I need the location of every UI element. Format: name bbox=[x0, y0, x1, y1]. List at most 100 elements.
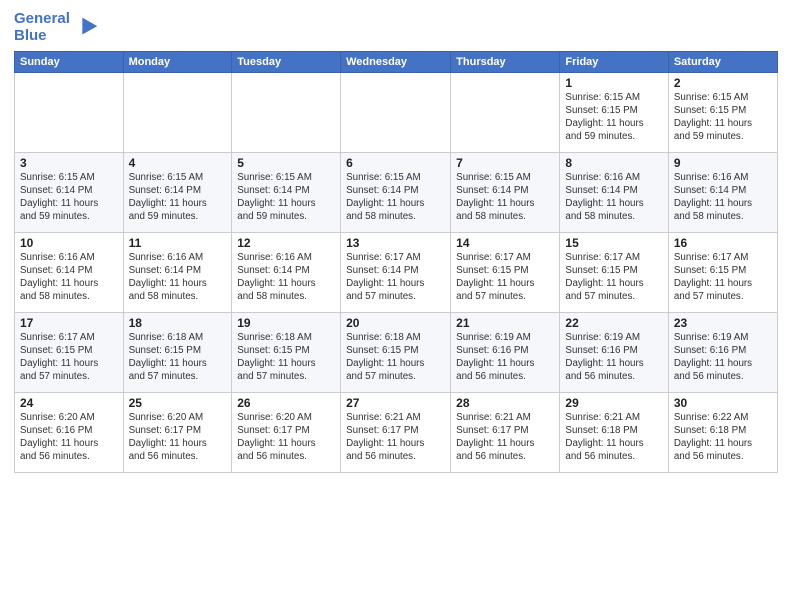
calendar-cell: 14Sunrise: 6:17 AM Sunset: 6:15 PM Dayli… bbox=[451, 232, 560, 312]
day-info: Sunrise: 6:20 AM Sunset: 6:17 PM Dayligh… bbox=[237, 411, 335, 464]
day-number: 24 bbox=[20, 396, 118, 410]
day-number: 29 bbox=[565, 396, 662, 410]
day-info: Sunrise: 6:17 AM Sunset: 6:15 PM Dayligh… bbox=[565, 251, 662, 304]
calendar-cell: 24Sunrise: 6:20 AM Sunset: 6:16 PM Dayli… bbox=[15, 392, 124, 472]
day-number: 1 bbox=[565, 76, 662, 90]
calendar-cell: 13Sunrise: 6:17 AM Sunset: 6:14 PM Dayli… bbox=[341, 232, 451, 312]
calendar-cell bbox=[232, 72, 341, 152]
day-number: 28 bbox=[456, 396, 554, 410]
day-info: Sunrise: 6:15 AM Sunset: 6:14 PM Dayligh… bbox=[129, 171, 227, 224]
day-info: Sunrise: 6:17 AM Sunset: 6:15 PM Dayligh… bbox=[674, 251, 772, 304]
calendar-body: 1Sunrise: 6:15 AM Sunset: 6:15 PM Daylig… bbox=[15, 72, 778, 472]
day-number: 9 bbox=[674, 156, 772, 170]
day-number: 7 bbox=[456, 156, 554, 170]
weekday-row: SundayMondayTuesdayWednesdayThursdayFrid… bbox=[15, 51, 778, 72]
calendar-cell: 25Sunrise: 6:20 AM Sunset: 6:17 PM Dayli… bbox=[123, 392, 232, 472]
logo: General Blue bbox=[14, 10, 101, 45]
calendar-cell: 9Sunrise: 6:16 AM Sunset: 6:14 PM Daylig… bbox=[668, 152, 777, 232]
day-number: 23 bbox=[674, 316, 772, 330]
day-info: Sunrise: 6:18 AM Sunset: 6:15 PM Dayligh… bbox=[129, 331, 227, 384]
calendar: SundayMondayTuesdayWednesdayThursdayFrid… bbox=[14, 51, 778, 473]
day-number: 14 bbox=[456, 236, 554, 250]
calendar-cell: 23Sunrise: 6:19 AM Sunset: 6:16 PM Dayli… bbox=[668, 312, 777, 392]
day-info: Sunrise: 6:20 AM Sunset: 6:16 PM Dayligh… bbox=[20, 411, 118, 464]
calendar-cell: 20Sunrise: 6:18 AM Sunset: 6:15 PM Dayli… bbox=[341, 312, 451, 392]
day-info: Sunrise: 6:17 AM Sunset: 6:15 PM Dayligh… bbox=[20, 331, 118, 384]
day-number: 18 bbox=[129, 316, 227, 330]
day-number: 2 bbox=[674, 76, 772, 90]
calendar-cell: 30Sunrise: 6:22 AM Sunset: 6:18 PM Dayli… bbox=[668, 392, 777, 472]
day-number: 22 bbox=[565, 316, 662, 330]
week-row-3: 17Sunrise: 6:17 AM Sunset: 6:15 PM Dayli… bbox=[15, 312, 778, 392]
day-number: 11 bbox=[129, 236, 227, 250]
day-number: 19 bbox=[237, 316, 335, 330]
day-info: Sunrise: 6:15 AM Sunset: 6:14 PM Dayligh… bbox=[456, 171, 554, 224]
calendar-cell: 26Sunrise: 6:20 AM Sunset: 6:17 PM Dayli… bbox=[232, 392, 341, 472]
day-number: 16 bbox=[674, 236, 772, 250]
calendar-cell: 18Sunrise: 6:18 AM Sunset: 6:15 PM Dayli… bbox=[123, 312, 232, 392]
day-info: Sunrise: 6:17 AM Sunset: 6:15 PM Dayligh… bbox=[456, 251, 554, 304]
day-info: Sunrise: 6:19 AM Sunset: 6:16 PM Dayligh… bbox=[456, 331, 554, 384]
calendar-cell: 29Sunrise: 6:21 AM Sunset: 6:18 PM Dayli… bbox=[560, 392, 668, 472]
calendar-cell: 2Sunrise: 6:15 AM Sunset: 6:15 PM Daylig… bbox=[668, 72, 777, 152]
day-info: Sunrise: 6:18 AM Sunset: 6:15 PM Dayligh… bbox=[237, 331, 335, 384]
calendar-cell: 22Sunrise: 6:19 AM Sunset: 6:16 PM Dayli… bbox=[560, 312, 668, 392]
calendar-cell bbox=[341, 72, 451, 152]
calendar-cell: 27Sunrise: 6:21 AM Sunset: 6:17 PM Dayli… bbox=[341, 392, 451, 472]
day-info: Sunrise: 6:22 AM Sunset: 6:18 PM Dayligh… bbox=[674, 411, 772, 464]
day-number: 21 bbox=[456, 316, 554, 330]
day-info: Sunrise: 6:20 AM Sunset: 6:17 PM Dayligh… bbox=[129, 411, 227, 464]
day-info: Sunrise: 6:16 AM Sunset: 6:14 PM Dayligh… bbox=[565, 171, 662, 224]
week-row-4: 24Sunrise: 6:20 AM Sunset: 6:16 PM Dayli… bbox=[15, 392, 778, 472]
day-number: 13 bbox=[346, 236, 445, 250]
day-number: 17 bbox=[20, 316, 118, 330]
day-number: 8 bbox=[565, 156, 662, 170]
calendar-cell bbox=[123, 72, 232, 152]
calendar-header: SundayMondayTuesdayWednesdayThursdayFrid… bbox=[15, 51, 778, 72]
day-info: Sunrise: 6:15 AM Sunset: 6:14 PM Dayligh… bbox=[237, 171, 335, 224]
day-number: 12 bbox=[237, 236, 335, 250]
calendar-cell: 3Sunrise: 6:15 AM Sunset: 6:14 PM Daylig… bbox=[15, 152, 124, 232]
day-info: Sunrise: 6:16 AM Sunset: 6:14 PM Dayligh… bbox=[129, 251, 227, 304]
calendar-cell: 6Sunrise: 6:15 AM Sunset: 6:14 PM Daylig… bbox=[341, 152, 451, 232]
day-number: 20 bbox=[346, 316, 445, 330]
day-number: 30 bbox=[674, 396, 772, 410]
calendar-cell: 4Sunrise: 6:15 AM Sunset: 6:14 PM Daylig… bbox=[123, 152, 232, 232]
calendar-cell: 15Sunrise: 6:17 AM Sunset: 6:15 PM Dayli… bbox=[560, 232, 668, 312]
logo-general: General bbox=[14, 10, 70, 27]
day-info: Sunrise: 6:16 AM Sunset: 6:14 PM Dayligh… bbox=[674, 171, 772, 224]
day-number: 26 bbox=[237, 396, 335, 410]
day-info: Sunrise: 6:15 AM Sunset: 6:14 PM Dayligh… bbox=[346, 171, 445, 224]
day-number: 10 bbox=[20, 236, 118, 250]
weekday-friday: Friday bbox=[560, 51, 668, 72]
calendar-cell: 5Sunrise: 6:15 AM Sunset: 6:14 PM Daylig… bbox=[232, 152, 341, 232]
day-info: Sunrise: 6:18 AM Sunset: 6:15 PM Dayligh… bbox=[346, 331, 445, 384]
calendar-cell: 16Sunrise: 6:17 AM Sunset: 6:15 PM Dayli… bbox=[668, 232, 777, 312]
calendar-cell: 8Sunrise: 6:16 AM Sunset: 6:14 PM Daylig… bbox=[560, 152, 668, 232]
calendar-cell: 11Sunrise: 6:16 AM Sunset: 6:14 PM Dayli… bbox=[123, 232, 232, 312]
logo-blue: Blue bbox=[14, 27, 47, 44]
weekday-sunday: Sunday bbox=[15, 51, 124, 72]
weekday-wednesday: Wednesday bbox=[341, 51, 451, 72]
calendar-cell: 17Sunrise: 6:17 AM Sunset: 6:15 PM Dayli… bbox=[15, 312, 124, 392]
day-info: Sunrise: 6:19 AM Sunset: 6:16 PM Dayligh… bbox=[565, 331, 662, 384]
day-number: 25 bbox=[129, 396, 227, 410]
weekday-saturday: Saturday bbox=[668, 51, 777, 72]
day-info: Sunrise: 6:15 AM Sunset: 6:15 PM Dayligh… bbox=[565, 91, 662, 144]
page: General Blue SundayMondayTuesdayWednesda… bbox=[0, 0, 792, 612]
logo-icon bbox=[73, 13, 101, 41]
day-info: Sunrise: 6:21 AM Sunset: 6:17 PM Dayligh… bbox=[346, 411, 445, 464]
calendar-cell bbox=[451, 72, 560, 152]
week-row-2: 10 Sunrise: 6:16 AM Sunset: 6:14 PM Dayli… bbox=[15, 232, 778, 312]
calendar-cell: 10Sunrise: 6:16 AM Sunset: 6:14 PM Dayli… bbox=[15, 232, 124, 312]
calendar-cell bbox=[15, 72, 124, 152]
day-number: 4 bbox=[129, 156, 227, 170]
week-row-1: 3Sunrise: 6:15 AM Sunset: 6:14 PM Daylig… bbox=[15, 152, 778, 232]
calendar-cell: 28Sunrise: 6:21 AM Sunset: 6:17 PM Dayli… bbox=[451, 392, 560, 472]
header: General Blue bbox=[14, 10, 778, 45]
day-info: Sunrise: 6:17 AM Sunset: 6:14 PM Dayligh… bbox=[346, 251, 445, 304]
day-info: Sunrise: 6:16 AM Sunset: 6:14 PM Dayligh… bbox=[237, 251, 335, 304]
week-row-0: 1Sunrise: 6:15 AM Sunset: 6:15 PM Daylig… bbox=[15, 72, 778, 152]
day-info: Sunrise: 6:21 AM Sunset: 6:18 PM Dayligh… bbox=[565, 411, 662, 464]
calendar-cell: 21Sunrise: 6:19 AM Sunset: 6:16 PM Dayli… bbox=[451, 312, 560, 392]
